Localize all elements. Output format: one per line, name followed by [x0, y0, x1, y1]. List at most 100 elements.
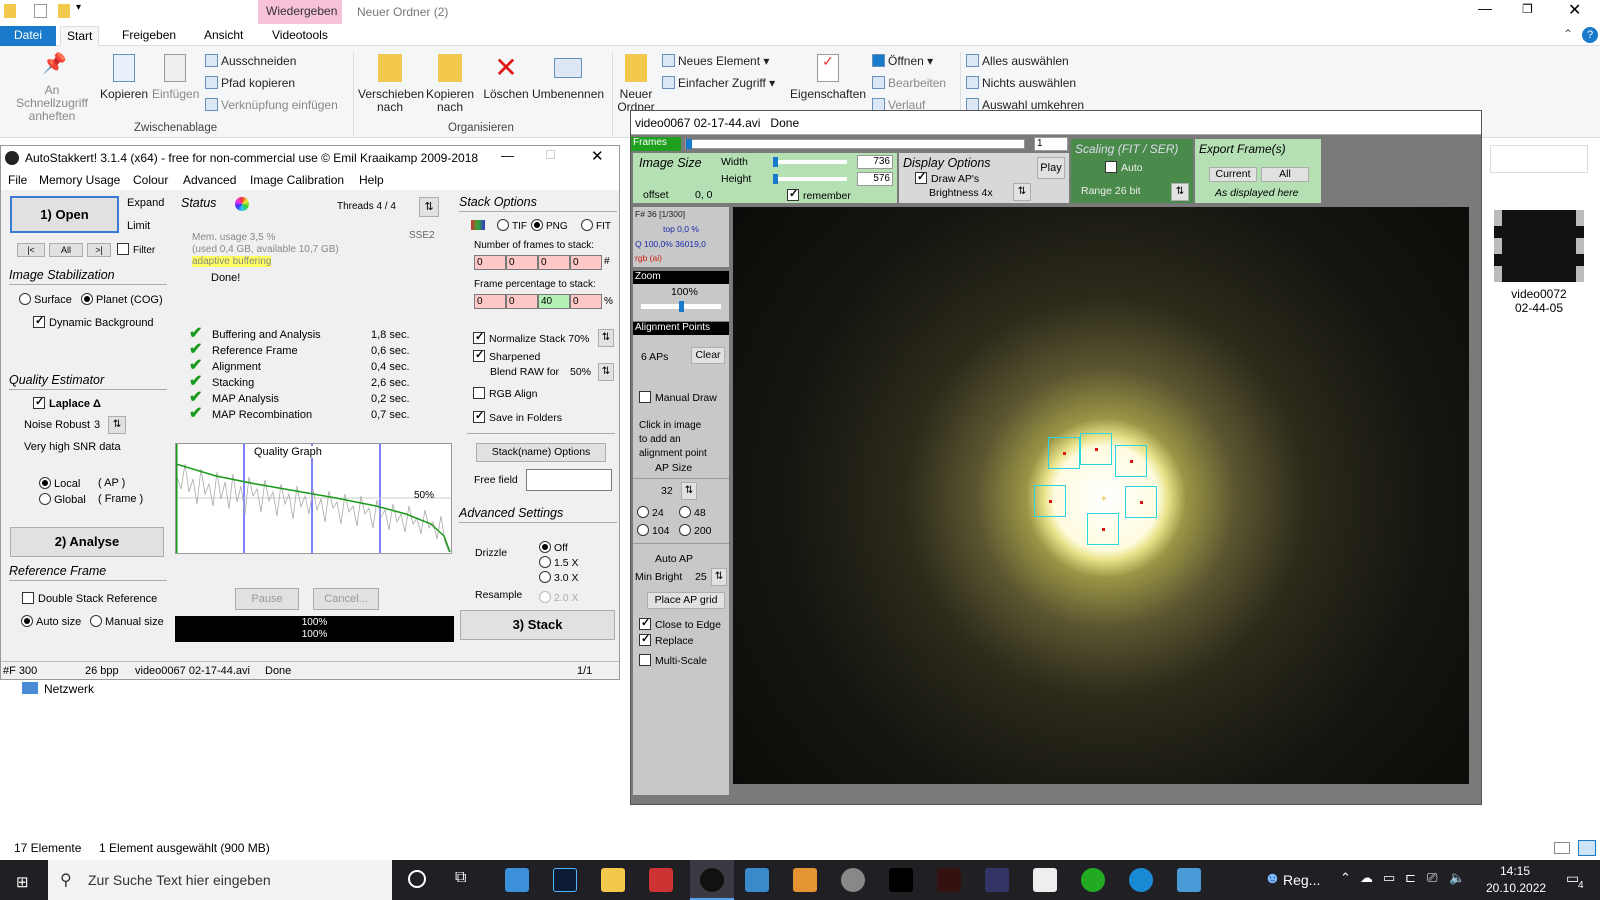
ap-box[interactable] — [1087, 513, 1119, 545]
tab-videotools[interactable]: Videotools — [266, 26, 334, 46]
frame-input[interactable]: 1 — [1034, 137, 1068, 151]
edit-button[interactable]: Bearbeiten — [872, 76, 946, 90]
copy-button[interactable]: Kopieren — [100, 54, 148, 101]
details-view-icon[interactable] — [1554, 842, 1570, 854]
placegrid-button[interactable]: Place AP grid — [647, 592, 725, 609]
colour-wheel-icon[interactable] — [235, 197, 249, 211]
manualsize-radio[interactable]: Manual size — [90, 615, 164, 628]
properties-button[interactable]: ✓ Eigenschaften — [790, 54, 866, 101]
cloud-icon[interactable]: ☁ — [1360, 870, 1373, 886]
nav-network[interactable]: Netzwerk — [22, 682, 94, 696]
all-frames-button[interactable]: All — [49, 243, 83, 257]
apsize-48-radio[interactable]: 48 — [679, 506, 706, 519]
nframes-input-1[interactable]: 0 — [474, 255, 506, 270]
resample-radio[interactable]: 2.0 X — [539, 591, 579, 604]
first-frame-button[interactable]: |< — [17, 243, 45, 257]
tab-ansicht[interactable]: Ansicht — [198, 26, 249, 46]
global-radio[interactable]: Global — [39, 493, 86, 506]
app-icon-4[interactable] — [889, 868, 913, 892]
local-radio[interactable]: Local — [39, 477, 80, 490]
taskview-icon[interactable]: ⧉ — [455, 869, 466, 887]
app-icon-2[interactable] — [793, 868, 817, 892]
app-icon-1[interactable] — [649, 868, 673, 892]
battery-icon[interactable]: ▭ — [1383, 870, 1395, 886]
as-maximize-icon[interactable]: ☐ — [545, 148, 556, 162]
nframes-input-4[interactable]: 0 — [570, 255, 602, 270]
tab-datei[interactable]: Datei — [0, 26, 56, 46]
app-icon-8[interactable] — [1081, 868, 1105, 892]
newfolder-qa-icon[interactable] — [58, 4, 70, 18]
ap-box[interactable] — [1048, 437, 1080, 469]
normalize-stepper[interactable]: ⇅ — [598, 329, 614, 347]
drawaps-checkbox[interactable]: Draw AP's — [915, 170, 979, 185]
filter-checkbox[interactable]: Filter — [117, 243, 155, 256]
brightness-stepper[interactable]: ⇅ — [1013, 183, 1031, 201]
apsize-24-radio[interactable]: 24 — [637, 506, 664, 519]
frames-slider-thumb[interactable] — [686, 139, 692, 149]
width-input[interactable]: 736 — [857, 155, 893, 169]
autostakkert-task[interactable] — [690, 860, 734, 900]
drizzle-off-radio[interactable]: Off — [539, 541, 568, 554]
as-close-icon[interactable]: ✕ — [591, 147, 604, 165]
menu-calibration[interactable]: Image Calibration — [250, 173, 344, 187]
zoom-slider[interactable] — [641, 301, 721, 312]
minbright-stepper[interactable]: ⇅ — [711, 568, 727, 586]
open-button[interactable]: Öffnen ▾ — [872, 54, 933, 68]
menu-colour[interactable]: Colour — [133, 173, 168, 187]
threads-stepper[interactable]: ⇅ — [419, 197, 439, 217]
range-stepper[interactable]: ⇅ — [1171, 183, 1189, 201]
app-icon-3[interactable] — [841, 868, 865, 892]
dynbg-checkbox[interactable]: Dynamic Background — [33, 314, 154, 329]
ap-box[interactable] — [1125, 486, 1157, 518]
collapse-ribbon-icon[interactable]: ⌃ — [1563, 27, 1573, 41]
auto-checkbox[interactable]: Auto — [1105, 161, 1143, 174]
video-thumbnail[interactable] — [1494, 210, 1584, 282]
maximize-icon[interactable]: ❐ — [1522, 2, 1533, 16]
tray-chevron-icon[interactable]: ⌃ — [1340, 870, 1351, 886]
analyse-button[interactable]: 2) Analyse — [10, 527, 164, 557]
lightroom-icon[interactable] — [553, 868, 577, 892]
freefield-input[interactable] — [526, 469, 612, 491]
replace-checkbox[interactable]: Replace — [639, 632, 694, 647]
cut-button[interactable]: Ausschneiden — [205, 54, 296, 68]
nframes-input-2[interactable]: 0 — [506, 255, 538, 270]
ap-box[interactable] — [1080, 433, 1112, 465]
menu-help[interactable]: Help — [359, 173, 384, 187]
properties-qa-icon[interactable] — [34, 4, 47, 18]
edge-icon[interactable] — [1129, 868, 1153, 892]
fpct-input-2[interactable]: 0 — [506, 294, 538, 309]
paste-link-button[interactable]: Verknüpfung einfügen — [205, 98, 338, 112]
manualdraw-checkbox[interactable]: Manual Draw — [639, 391, 717, 404]
blend-stepper[interactable]: ⇅ — [598, 363, 614, 381]
stackname-button[interactable]: Stack(name) Options — [476, 443, 606, 462]
last-frame-button[interactable]: >| — [87, 243, 111, 257]
rename-button[interactable]: Umbenennen — [532, 54, 604, 101]
selectnone-button[interactable]: Nichts auswählen — [966, 76, 1076, 90]
remember-checkbox[interactable]: remember — [787, 187, 851, 202]
apsize-200-radio[interactable]: 200 — [679, 524, 712, 537]
minimize-icon[interactable]: — — [1478, 0, 1492, 16]
help-icon[interactable]: ? — [1582, 27, 1598, 43]
surface-radio[interactable]: Surface — [19, 293, 72, 306]
autosize-radio[interactable]: Auto size — [21, 615, 81, 628]
tif-radio[interactable]: TIF — [497, 219, 527, 232]
app-icon-5[interactable] — [937, 868, 961, 892]
limit-label[interactable]: Limit — [127, 220, 150, 232]
ap-box[interactable] — [1115, 445, 1147, 477]
drizzle-30-radio[interactable]: 3.0 X — [539, 571, 579, 584]
apsize-stepper[interactable]: ⇅ — [681, 482, 697, 500]
explorer-icon[interactable] — [601, 868, 625, 892]
selectall-button[interactable]: Alles auswählen — [966, 54, 1069, 68]
search-box[interactable] — [1490, 145, 1588, 173]
ap-box[interactable] — [1034, 485, 1066, 517]
tab-start[interactable]: Start — [60, 26, 100, 46]
export-all-button[interactable]: All — [1261, 167, 1309, 182]
png-radio[interactable]: PNG — [531, 219, 568, 232]
laplace-checkbox[interactable]: Laplace Δ — [33, 395, 101, 410]
open-button[interactable]: 1) Open — [10, 196, 119, 233]
tiles-view-icon[interactable] — [1578, 840, 1596, 856]
registax-icon[interactable] — [745, 868, 769, 892]
normalize-checkbox[interactable]: Normalize Stack 70% — [473, 330, 589, 345]
mail-icon[interactable] — [505, 868, 529, 892]
image-canvas[interactable]: + — [733, 207, 1469, 784]
